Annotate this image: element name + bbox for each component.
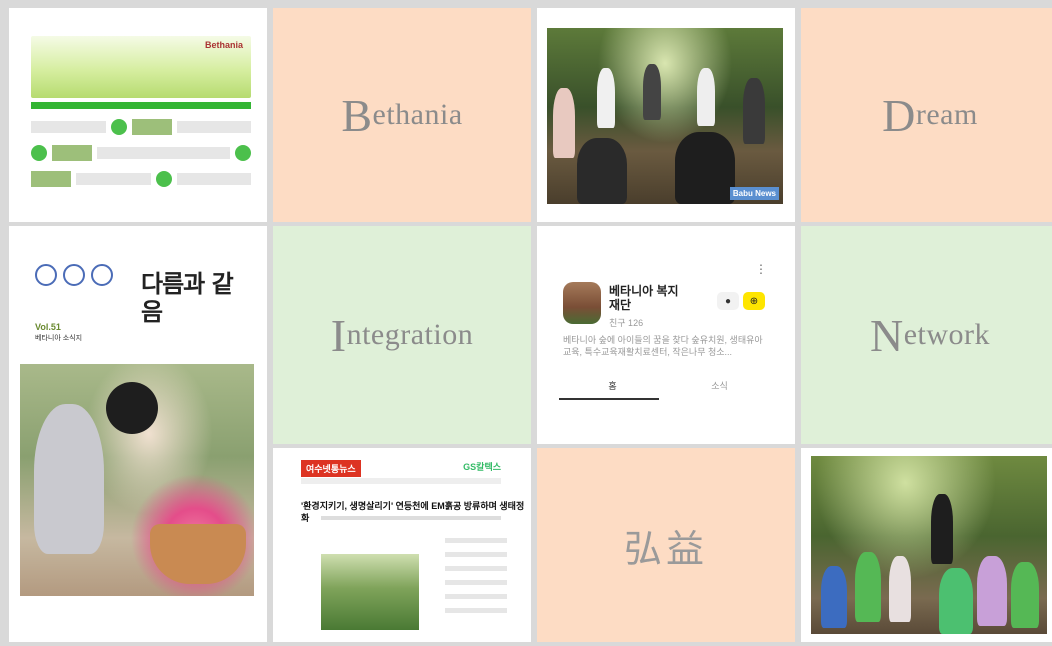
channel-name: 베타니아 복지재단: [609, 284, 679, 312]
website-nav-bar: [31, 102, 251, 109]
child-flower-photo: [20, 364, 254, 596]
forest-circle-photo: Babu News: [547, 28, 783, 204]
website-content-row: [31, 116, 251, 138]
website-screenshot-tile[interactable]: Bethania: [9, 8, 267, 222]
active-tab-indicator: [559, 398, 659, 400]
channel-avatar: [563, 282, 601, 324]
website-content-row: [31, 142, 251, 164]
website-hero-banner: Bethania: [31, 36, 251, 98]
hongik-word: 弘益: [623, 526, 708, 571]
channel-tabs: 홈 소식: [559, 376, 773, 396]
newsletter-cover-tile[interactable]: 다름과 같음 Vol.51 베타니아 소식지: [9, 226, 267, 642]
bethania-tile[interactable]: Bethania: [273, 8, 531, 222]
news-article-tile[interactable]: 여수넷통뉴스 GS칼텍스 '환경지키기, 생명살리기' 연등천에 EM흙공 방류…: [273, 448, 531, 642]
dream-tile[interactable]: Dream: [801, 8, 1052, 222]
image-grid: Bethania Bethania Babu News Dream Integr…: [9, 8, 1052, 642]
news-brand-logo: 여수넷통뉴스: [301, 460, 361, 477]
newsletter-subtitle: 베타니아 소식지: [35, 335, 83, 342]
network-word: Network: [869, 309, 991, 361]
children-forest-photo: [811, 456, 1047, 634]
kakao-channel-card[interactable]: ⋮ 베타니아 복지재단 친구 126 ● ⊕ 베타니아 숲에 아이들의 꿈을 찾…: [559, 262, 773, 412]
news-nav-bar: [301, 478, 501, 484]
bethania-word: Bethania: [341, 89, 463, 141]
news-headline: '환경지키기, 생명살리기' 연등천에 EM흙공 방류하며 생태정화: [301, 501, 525, 523]
newsletter-logos: [35, 264, 113, 286]
forest-circle-photo-tile[interactable]: Babu News: [537, 8, 795, 222]
babu-news-badge: Babu News: [729, 187, 779, 200]
website-content-row: [31, 168, 251, 190]
news-sidebar: [445, 538, 507, 622]
news-photo: [321, 554, 419, 630]
kakao-channel-tile[interactable]: ⋮ 베타니아 복지재단 친구 126 ● ⊕ 베타니아 숲에 아이들의 꿈을 찾…: [537, 226, 795, 444]
chat-bubble-icon[interactable]: ●: [717, 292, 739, 310]
tab-news[interactable]: 소식: [666, 376, 773, 396]
website-logo: Bethania: [204, 40, 243, 50]
network-tile[interactable]: Network: [801, 226, 1052, 444]
tab-home[interactable]: 홈: [559, 376, 666, 396]
hongik-tile[interactable]: 弘益: [537, 448, 795, 642]
dream-word: Dream: [882, 89, 978, 141]
newsletter-volume: Vol.51: [35, 322, 61, 332]
org-logo-icon: [63, 264, 85, 286]
integration-tile[interactable]: Integration: [273, 226, 531, 444]
add-friend-icon[interactable]: ⊕: [743, 292, 765, 310]
news-subheadline: [321, 516, 501, 520]
integration-word: Integration: [330, 309, 474, 361]
children-forest-photo-tile[interactable]: [801, 448, 1052, 642]
channel-description: 베타니아 숲에 아이들의 꿈을 찾다 숲유치원, 생태유아교육, 특수교육재활치…: [563, 335, 763, 357]
newsletter-title: 다름과 같음: [141, 270, 234, 326]
org-logo-icon: [35, 264, 57, 286]
org-logo-icon: [91, 264, 113, 286]
news-sponsor-logo: GS칼텍스: [463, 462, 501, 472]
more-vertical-icon[interactable]: ⋮: [755, 262, 767, 276]
channel-friends-count: 친구 126: [609, 318, 644, 328]
